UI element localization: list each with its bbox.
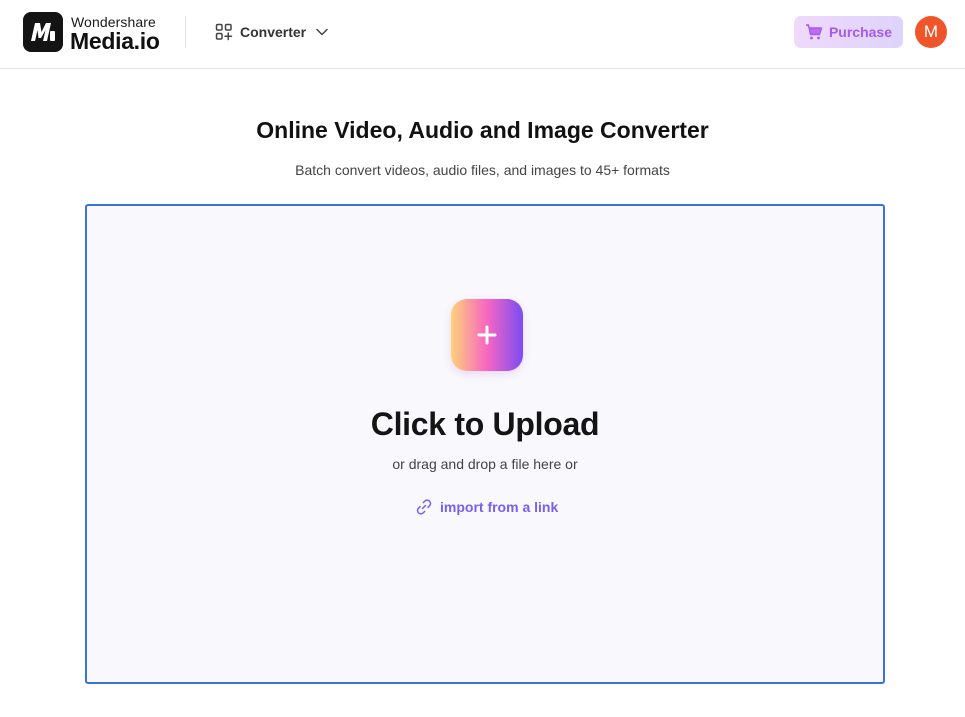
purchase-button[interactable]: Purchase bbox=[794, 16, 903, 48]
brand-mediaio[interactable]: Media.io bbox=[70, 28, 160, 55]
converter-menu-label: Converter bbox=[240, 24, 307, 40]
converter-menu[interactable]: Converter bbox=[215, 21, 329, 43]
upload-dropzone[interactable]: Click to Upload or drag and drop a file … bbox=[85, 204, 885, 684]
upload-button[interactable] bbox=[451, 299, 523, 371]
upload-title: Click to Upload bbox=[370, 406, 600, 442]
page-subtitle: Batch convert videos, audio files, and i… bbox=[295, 162, 670, 178]
top-header: Wondershare Media.io Converter Purchase … bbox=[0, 0, 965, 69]
import-link-label: import from a link bbox=[440, 499, 559, 515]
upload-subtitle: or drag and drop a file here or bbox=[392, 456, 578, 472]
link-icon bbox=[416, 499, 432, 515]
page-title: Online Video, Audio and Image Converter bbox=[256, 117, 709, 143]
plus-icon bbox=[477, 325, 497, 345]
grid-apps-icon bbox=[215, 23, 233, 41]
cart-icon bbox=[805, 24, 823, 40]
header-divider bbox=[185, 16, 186, 48]
user-avatar[interactable]: M bbox=[915, 16, 947, 48]
mediaio-logo-icon[interactable] bbox=[23, 12, 63, 52]
import-from-link[interactable]: import from a link bbox=[415, 496, 558, 518]
chevron-down-icon bbox=[316, 28, 328, 36]
purchase-button-label: Purchase bbox=[828, 24, 893, 40]
